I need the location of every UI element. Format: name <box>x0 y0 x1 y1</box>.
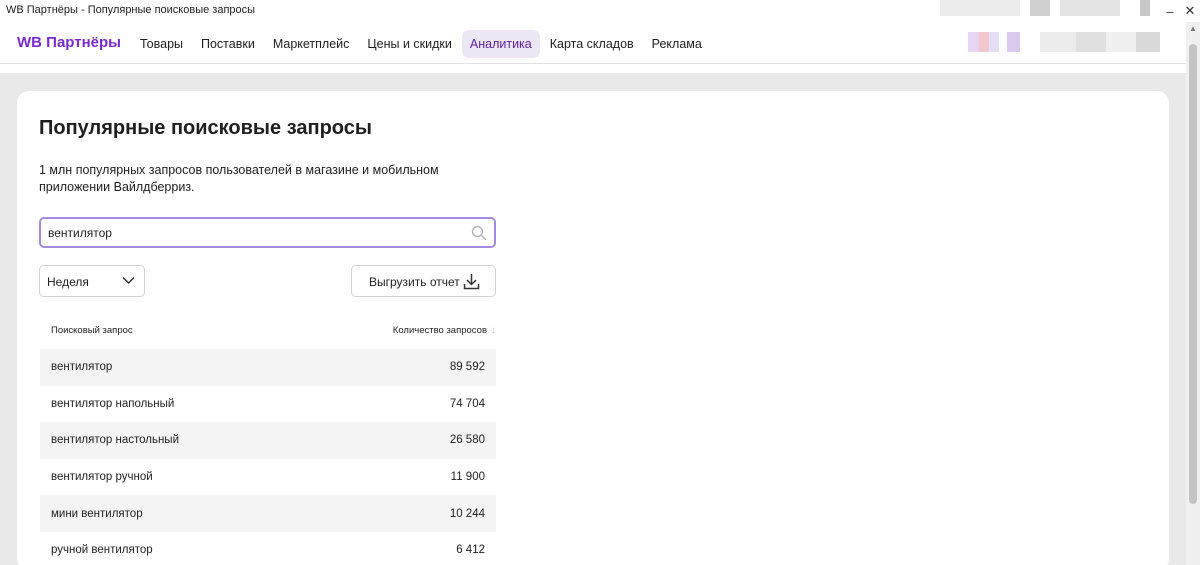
row-query: вентилятор настольный <box>51 434 179 447</box>
column-header-count[interactable]: Количество запросов ↓ <box>393 325 496 336</box>
nav-item-prices[interactable]: Цены и скидки <box>359 30 459 58</box>
row-query: вентилятор ручной <box>51 471 153 484</box>
redacted-user-name[interactable] <box>1040 32 1160 52</box>
redacted-block <box>1030 0 1050 16</box>
period-select[interactable]: Неделя <box>39 265 145 297</box>
table-row[interactable]: ручной вентилятор 6 412 <box>40 532 496 565</box>
table-row[interactable]: вентилятор напольный 74 704 <box>40 386 496 423</box>
redacted-block <box>1140 0 1150 16</box>
row-query: ручной вентилятор <box>51 544 153 557</box>
table-row[interactable]: вентилятор 89 592 <box>40 349 496 386</box>
table-row[interactable]: вентилятор ручной 11 900 <box>40 459 496 496</box>
nav-item-supplies[interactable]: Поставки <box>193 30 263 58</box>
nav-item-analytics[interactable]: Аналитика <box>461 30 540 58</box>
page-description: 1 млн популярных запросов пользователей … <box>39 163 439 194</box>
export-report-button[interactable]: Выгрузить отчет <box>351 265 496 297</box>
row-query: вентилятор <box>51 361 113 374</box>
window-controls: – ✕ <box>1160 0 1200 22</box>
nav-item-ads[interactable]: Реклама <box>644 30 710 58</box>
queries-table: вентилятор 89 592 вентилятор напольный 7… <box>40 349 496 565</box>
chevron-down-icon <box>122 276 135 285</box>
column-header-count-label: Количество запросов <box>392 325 487 336</box>
main-nav: Товары Поставки Маркетплейс Цены и скидк… <box>132 30 712 58</box>
download-icon <box>463 274 480 290</box>
nav-item-products[interactable]: Товары <box>132 30 191 58</box>
minimize-icon[interactable]: – <box>1160 0 1180 22</box>
row-count: 11 900 <box>450 471 485 484</box>
period-select-value: Неделя <box>47 275 89 289</box>
redacted-avatar[interactable] <box>968 32 1020 52</box>
row-count: 10 244 <box>449 507 485 520</box>
search-input[interactable]: вентилятор <box>39 217 496 248</box>
export-report-label: Выгрузить отчет <box>369 275 460 289</box>
row-count: 89 592 <box>449 361 485 374</box>
page-title: Популярные поисковые запросы <box>39 117 372 139</box>
row-query: вентилятор напольный <box>51 397 175 410</box>
table-row[interactable]: вентилятор настольный 26 580 <box>40 422 496 459</box>
page-scrollbar[interactable]: ▲ <box>1186 22 1200 565</box>
row-count: 74 704 <box>449 397 485 410</box>
search-icon[interactable] <box>471 225 487 241</box>
row-query: мини вентилятор <box>51 507 143 520</box>
redacted-block <box>1060 0 1120 16</box>
redacted-block <box>940 0 1020 16</box>
wb-partners-logo[interactable]: WB Партнёры <box>17 34 121 51</box>
window-title: WB Партнёры - Популярные поисковые запро… <box>6 4 256 16</box>
search-input-value[interactable]: вентилятор <box>48 226 112 240</box>
nav-item-marketplace[interactable]: Маркетплейс <box>265 30 358 58</box>
row-count: 26 580 <box>449 434 485 447</box>
app-header: WB Партнёры Товары Поставки Маркетплейс … <box>0 22 1186 64</box>
scroll-up-icon[interactable]: ▲ <box>1189 24 1197 33</box>
row-count: 6 412 <box>456 544 485 557</box>
close-icon[interactable]: ✕ <box>1180 0 1200 22</box>
nav-item-warehouse-map[interactable]: Карта складов <box>542 30 642 58</box>
window-titlebar: WB Партнёры - Популярные поисковые запро… <box>0 0 1200 22</box>
column-header-query: Поисковый запрос <box>51 325 133 336</box>
scrollbar-thumb[interactable] <box>1189 44 1197 504</box>
sort-down-arrow-icon[interactable]: ↓ <box>491 325 496 336</box>
table-row[interactable]: мини вентилятор 10 244 <box>40 495 496 532</box>
